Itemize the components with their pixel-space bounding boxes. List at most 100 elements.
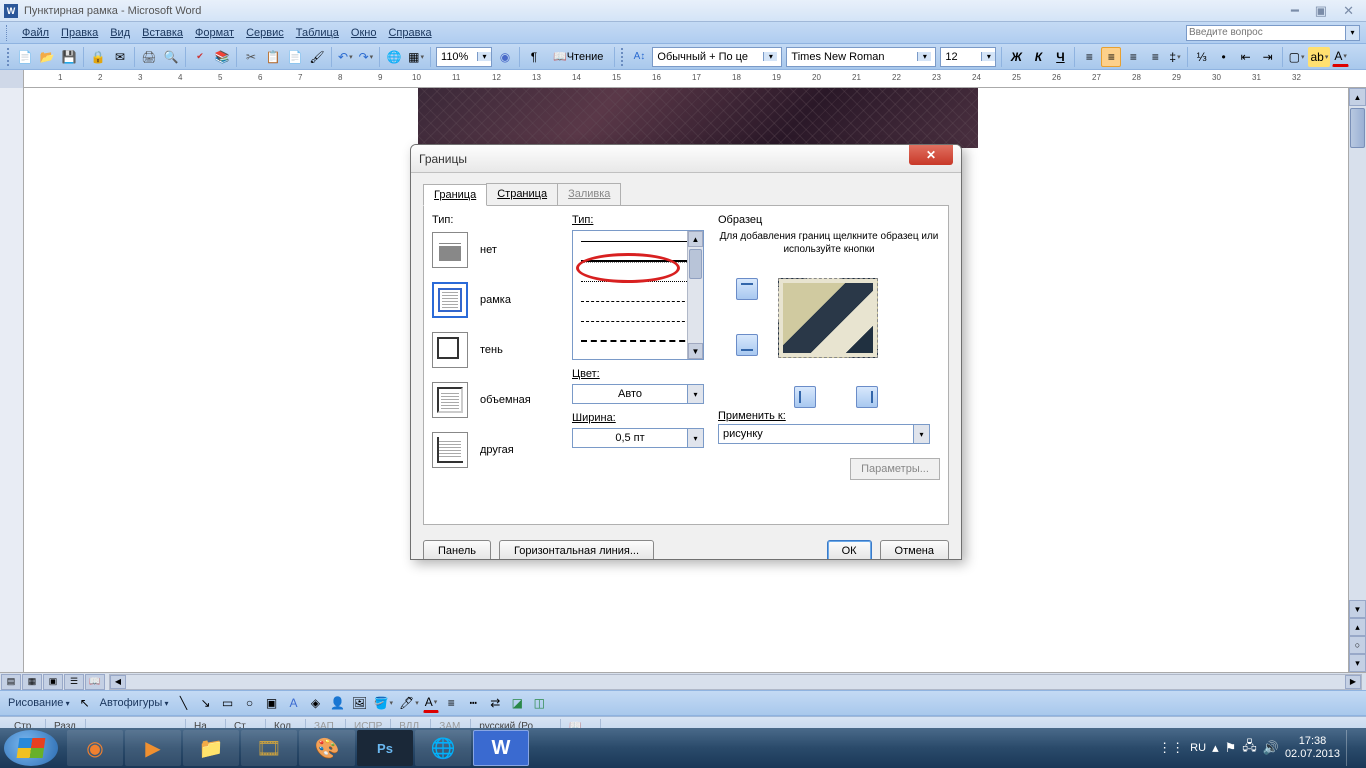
maximize-button[interactable]: ▣ [1311, 3, 1331, 19]
ask-dropdown[interactable]: ▾ [1346, 25, 1360, 41]
menu-tools[interactable]: Сервис [240, 25, 290, 41]
textbox-tool-icon[interactable]: ▣ [262, 693, 282, 713]
tables-borders-icon[interactable]: ▦ [406, 47, 426, 67]
line-color-icon[interactable]: 🖊 [397, 693, 421, 713]
scroll-thumb[interactable] [1350, 108, 1365, 148]
style-list-scrollbar[interactable]: ▲ ▼ [687, 231, 703, 359]
zoom-select[interactable]: 110% ▾ [436, 47, 492, 67]
setting-custom[interactable]: другая [432, 432, 562, 468]
scroll-up-arrow-icon[interactable]: ▲ [688, 231, 703, 247]
tray-network-icon[interactable]: 🖧 [1242, 737, 1257, 759]
dropdown-arrow-icon[interactable]: ▾ [687, 385, 703, 403]
show-desktop-button[interactable] [1346, 730, 1356, 766]
horizontal-scrollbar[interactable]: ◀ ▶ [109, 674, 1362, 690]
dash-style-icon[interactable]: ┅ [463, 693, 483, 713]
scroll-up-arrow-icon[interactable]: ▲ [1349, 88, 1366, 106]
spellcheck-icon[interactable]: ✔ [190, 47, 210, 67]
drawing-menu[interactable]: Рисование [4, 695, 74, 711]
cut-icon[interactable]: ✂ [241, 47, 261, 67]
arrow-tool-icon[interactable]: ↘ [196, 693, 216, 713]
three-d-style-icon[interactable]: ◫ [529, 693, 549, 713]
hyperlink-icon[interactable]: 🌐 [384, 47, 404, 67]
redo-icon[interactable]: ↷ [357, 47, 376, 67]
align-justify-icon[interactable]: ≡ [1145, 47, 1165, 67]
horizontal-ruler[interactable]: 1234567891011121314151617181920212223242… [0, 70, 1366, 88]
help-icon[interactable]: ◉ [495, 47, 515, 67]
tray-grip-icon[interactable]: ⋮⋮ [1158, 740, 1184, 756]
toolbar-grip-icon[interactable] [621, 48, 625, 66]
line-style-list[interactable]: ▲ ▼ [572, 230, 704, 360]
open-icon[interactable]: 📂 [37, 47, 57, 67]
numbering-icon[interactable]: ⅓ [1192, 47, 1212, 67]
oval-tool-icon[interactable]: ○ [240, 693, 260, 713]
bold-button[interactable]: Ж [1006, 47, 1026, 67]
scroll-thumb[interactable] [689, 249, 702, 279]
show-hide-marks-icon[interactable]: ¶ [524, 47, 544, 67]
dropdown-arrow-icon[interactable]: ▾ [917, 52, 931, 61]
ask-input[interactable] [1186, 25, 1346, 41]
scroll-down-arrow-icon[interactable]: ▼ [1349, 600, 1366, 618]
right-border-button[interactable] [856, 386, 878, 408]
color-combo[interactable]: Авто ▾ [572, 384, 704, 404]
highlight-icon[interactable]: ab [1308, 47, 1330, 67]
taskbar-photoshop-icon[interactable]: Ps [357, 730, 413, 766]
next-page-icon[interactable]: ▾ [1349, 654, 1366, 672]
web-view-icon[interactable]: ▦ [22, 674, 42, 690]
reading-view-icon[interactable]: 📖 [85, 674, 105, 690]
cancel-button[interactable]: Отмена [880, 540, 949, 560]
tray-show-hidden-icon[interactable]: ▴ [1212, 740, 1219, 756]
insert-picture-icon[interactable]: 🖼 [350, 693, 370, 713]
toolbar-grip-icon[interactable] [7, 48, 11, 66]
dropdown-arrow-icon[interactable]: ▾ [687, 429, 703, 447]
shadow-style-icon[interactable]: ◪ [507, 693, 527, 713]
autoshapes-menu[interactable]: Автофигуры [96, 695, 173, 711]
paste-icon[interactable]: 📄 [285, 47, 305, 67]
menu-help[interactable]: Справка [382, 25, 437, 41]
decrease-indent-icon[interactable]: ⇤ [1236, 47, 1256, 67]
dialog-close-button[interactable]: ✕ [909, 145, 953, 165]
left-border-button[interactable] [794, 386, 816, 408]
email-icon[interactable]: ✉ [110, 47, 130, 67]
applyto-combo[interactable]: рисунку ▾ [718, 424, 930, 444]
line-tool-icon[interactable]: ╲ [174, 693, 194, 713]
bottom-border-button[interactable] [736, 334, 758, 356]
tray-clock[interactable]: 17:38 02.07.2013 [1285, 735, 1340, 761]
dropdown-arrow-icon[interactable]: ▾ [477, 52, 491, 61]
dropdown-arrow-icon[interactable]: ▾ [981, 52, 995, 61]
close-button[interactable]: ✕ [1339, 3, 1358, 19]
italic-button[interactable]: К [1028, 47, 1048, 67]
underline-button[interactable]: Ч [1050, 47, 1070, 67]
taskbar-paint-icon[interactable]: 🎨 [299, 730, 355, 766]
research-icon[interactable]: 📚 [212, 47, 232, 67]
new-doc-icon[interactable]: 📄 [15, 47, 35, 67]
styles-icon[interactable]: A↕ [629, 47, 649, 67]
line-style-icon[interactable]: ≡ [441, 693, 461, 713]
top-border-button[interactable] [736, 278, 758, 300]
save-icon[interactable]: 💾 [59, 47, 79, 67]
menu-format[interactable]: Формат [189, 25, 240, 41]
align-right-icon[interactable]: ≡ [1123, 47, 1143, 67]
align-center-icon[interactable]: ≡ [1101, 47, 1121, 67]
menu-edit[interactable]: Правка [55, 25, 104, 41]
start-button[interactable] [4, 730, 58, 766]
select-objects-icon[interactable]: ↖ [75, 693, 95, 713]
print-layout-view-icon[interactable]: ▣ [43, 674, 63, 690]
size-select[interactable]: 12 ▾ [940, 47, 996, 67]
preview-image[interactable] [778, 278, 878, 358]
dropdown-arrow-icon[interactable]: ▾ [763, 52, 777, 61]
width-combo[interactable]: 0,5 пт ▾ [572, 428, 704, 448]
fill-color-icon[interactable]: 🪣 [372, 693, 395, 713]
menu-file[interactable]: Файл [16, 25, 55, 41]
copy-icon[interactable]: 📋 [263, 47, 283, 67]
panel-button[interactable]: Панель [423, 540, 491, 560]
vertical-ruler[interactable] [0, 88, 24, 672]
line-spacing-icon[interactable]: ‡ [1167, 47, 1182, 67]
font-color-draw-icon[interactable]: A [423, 693, 440, 713]
taskbar-wmp-icon[interactable]: ▶ [125, 730, 181, 766]
setting-none[interactable]: нет [432, 232, 562, 268]
scroll-left-arrow-icon[interactable]: ◀ [110, 675, 126, 689]
normal-view-icon[interactable]: ▤ [1, 674, 21, 690]
ok-button[interactable]: ОК [827, 540, 872, 560]
taskbar-pinned-app-icon[interactable]: ◉ [67, 730, 123, 766]
wordart-icon[interactable]: A [284, 693, 304, 713]
